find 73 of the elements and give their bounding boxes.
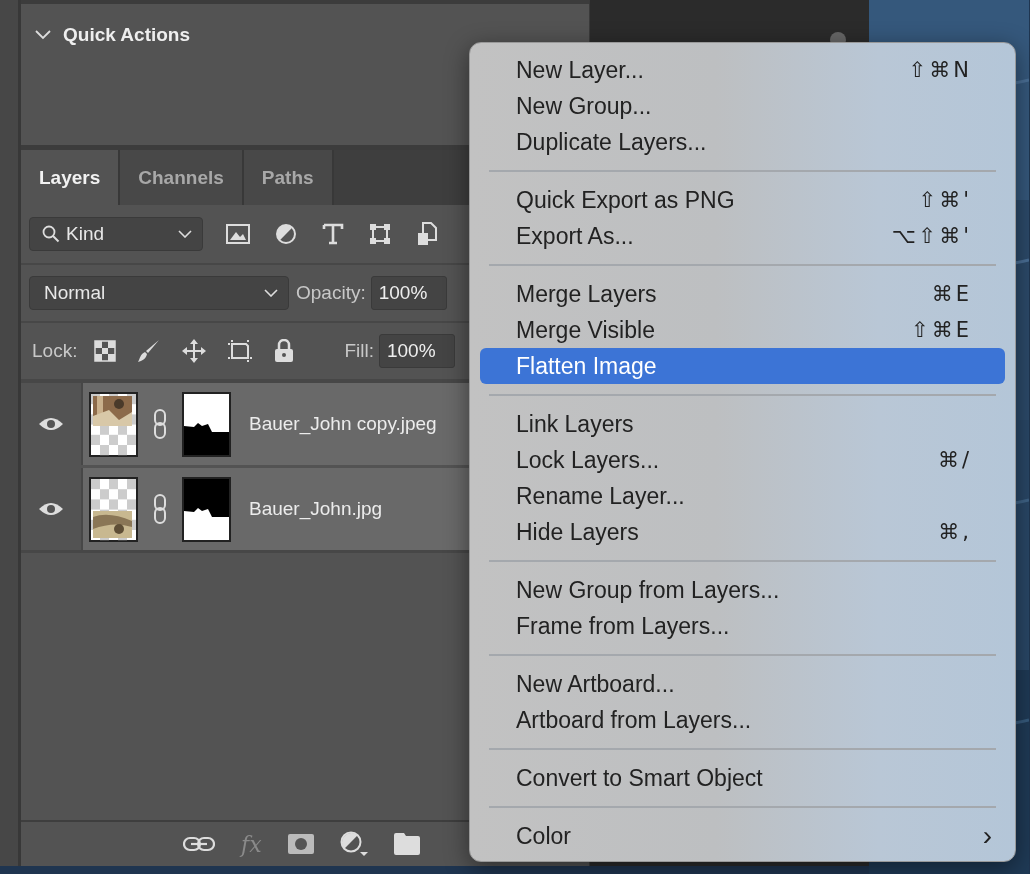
kind-filter-dropdown[interactable]: Kind <box>29 217 203 251</box>
caret-icon <box>178 230 192 238</box>
menu-item-label: Quick Export as PNG <box>516 186 736 214</box>
menu-item[interactable]: New Group... <box>480 88 1005 124</box>
menu-item[interactable]: Frame from Layers... <box>480 608 1005 644</box>
menu-item[interactable]: Flatten Image <box>480 348 1005 384</box>
menu-item-label: New Group... <box>516 92 653 120</box>
chevron-icon[interactable] <box>35 30 51 40</box>
menu-item[interactable]: Duplicate Layers... <box>480 124 1005 160</box>
brush-icon[interactable] <box>137 339 162 363</box>
half-circle-icon[interactable] <box>339 831 368 857</box>
menu-item-label: Merge Layers <box>516 280 658 308</box>
menu-item[interactable]: Quick Export as PNG ⇧⌘' <box>480 182 1005 218</box>
shortcut: ⌥⇧⌘' <box>891 224 972 248</box>
menu-item-label: Frame from Layers... <box>516 612 731 640</box>
lock-icon[interactable] <box>274 339 295 363</box>
eye-icon[interactable] <box>38 501 64 517</box>
tab[interactable]: Channels <box>120 150 244 205</box>
folder-icon[interactable] <box>393 833 420 855</box>
caret-icon <box>264 289 278 297</box>
blend-mode-dropdown[interactable]: Normal <box>29 276 289 310</box>
menu-item[interactable]: Merge Visible ⇧⌘E <box>480 312 1005 348</box>
mask-thumbnail <box>182 476 231 542</box>
menu-item[interactable]: Artboard from Layers... <box>480 702 1005 738</box>
link-icon[interactable] <box>183 836 215 852</box>
shortcut: ⇧⌘' <box>918 188 972 212</box>
fill-label: Fill: <box>344 340 374 362</box>
menu-item-label: New Artboard... <box>516 670 676 698</box>
section-title[interactable]: Quick Actions <box>63 24 191 46</box>
lock-label: Lock: <box>32 340 78 362</box>
opacity-label: Opacity: <box>296 282 366 304</box>
shortcut: ⌘E <box>931 282 972 306</box>
menu-item[interactable]: Merge Layers ⌘E <box>480 276 1005 312</box>
mask-icon[interactable] <box>287 834 314 854</box>
menu-item[interactable]: New Group from Layers... <box>480 572 1005 608</box>
menu-item-label: Export As... <box>516 222 635 250</box>
shortcut: ⇧⌘E <box>911 318 972 342</box>
menu-item-label: Merge Visible <box>516 316 656 344</box>
document-icon[interactable] <box>416 222 438 246</box>
opacity-field[interactable]: 100% <box>370 276 447 310</box>
menu-item[interactable]: New Artboard... <box>480 666 1005 702</box>
chain-link-icon[interactable] <box>152 494 168 524</box>
shortcut: ⇧⌘N <box>908 58 972 82</box>
half-circle-icon[interactable] <box>275 223 297 245</box>
menu-item-label: New Layer... <box>516 56 645 84</box>
checkerboard-icon[interactable] <box>94 340 117 362</box>
menu-item[interactable]: Export As... ⌥⇧⌘' <box>480 218 1005 254</box>
menu-item-label: Convert to Smart Object <box>516 764 764 792</box>
menu-item-label: Artboard from Layers... <box>516 706 753 734</box>
shortcut: ⌘, <box>938 520 972 544</box>
menu-item-label: New Group from Layers... <box>516 576 781 604</box>
fill-field[interactable]: 100% <box>379 334 455 368</box>
eye-icon[interactable] <box>38 416 64 432</box>
layer-name: Bauer_John.jpg <box>249 498 383 520</box>
submenu-arrow: › <box>982 820 992 852</box>
tab[interactable]: Paths <box>243 150 334 205</box>
move-icon[interactable] <box>182 339 207 363</box>
artboard-icon[interactable] <box>227 339 254 363</box>
menu-item-label: Duplicate Layers... <box>516 128 708 156</box>
chain-link-icon[interactable] <box>152 409 168 439</box>
menu-item-label: Flatten Image <box>516 352 658 380</box>
mask-thumbnail <box>182 391 231 457</box>
image-icon[interactable] <box>226 224 250 244</box>
type-icon[interactable] <box>322 223 344 245</box>
menu-item[interactable]: Color › <box>480 818 1005 854</box>
layer-name: Bauer_John copy.jpeg <box>249 413 437 435</box>
shortcut: ⌘/ <box>937 448 972 472</box>
search-icon <box>42 225 60 243</box>
menu-item[interactable]: Convert to Smart Object <box>480 760 1005 796</box>
menu-item-label: Color <box>516 822 572 850</box>
transform-icon[interactable] <box>369 223 391 245</box>
tab[interactable]: Layers <box>21 150 121 205</box>
menu-item[interactable]: New Layer... ⇧⌘N <box>480 52 1005 88</box>
